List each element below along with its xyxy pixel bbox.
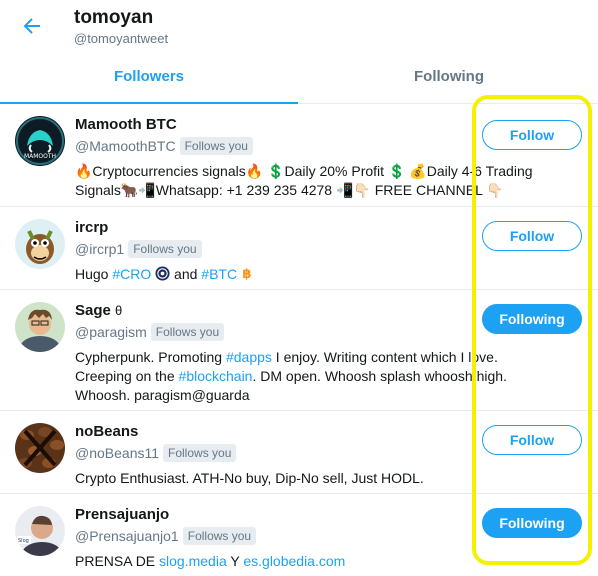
avatar[interactable] [15, 302, 65, 352]
profile-handle: @tomoyantweet [74, 31, 169, 46]
list-item[interactable]: noBeans @noBeans11 Follows you Crypto Ent… [0, 411, 598, 494]
avatar[interactable] [15, 423, 65, 473]
avatar[interactable]: Slog [15, 506, 65, 556]
user-name[interactable]: Mamooth BTC [75, 116, 177, 133]
tab-bar: Followers Following [0, 58, 598, 104]
following-button[interactable]: Following [482, 304, 582, 334]
user-handle[interactable]: @paragism [75, 324, 147, 340]
follow-button[interactable]: Follow [482, 120, 582, 150]
user-name[interactable]: ircrp [75, 219, 108, 236]
back-arrow-icon[interactable] [20, 14, 44, 38]
hashtag-link[interactable]: #BTC [201, 266, 237, 282]
user-handle[interactable]: @Prensajuanjo1 [75, 528, 179, 544]
list-item[interactable]: Slog Prensajuanjo @Prensajuanjo1 Follows … [0, 494, 598, 576]
user-name[interactable]: Prensajuanjo [75, 506, 169, 523]
user-bio: Cypherpunk. Promoting #dapps I enjoy. Wr… [75, 349, 507, 403]
user-bio: Crypto Enthusiast. ATH-No buy, Dip-No se… [75, 470, 424, 486]
tab-followers[interactable]: Followers [0, 58, 298, 104]
cro-coin-icon [155, 266, 170, 286]
svg-text:MAMOOTH: MAMOOTH [24, 153, 56, 160]
follows-you-badge: Follows you [128, 240, 202, 258]
bio-line: 🔥Cryptocurrencies signals🔥 💲Daily 20% Pr… [75, 163, 533, 179]
svg-text:Slog: Slog [18, 538, 29, 544]
user-name[interactable]: Sage θ [75, 302, 122, 319]
follows-you-badge: Follows you [150, 323, 225, 341]
follow-button[interactable]: Follow [482, 425, 582, 455]
user-bio: 🔥Cryptocurrencies signals🔥 💲Daily 20% Pr… [75, 162, 545, 200]
theta-symbol: θ [115, 303, 123, 318]
bio-line: Signals🐂📲Whatsapp: +1 239 235 4278 📲👇🏻 F… [75, 182, 504, 198]
user-bio: Hugo #CRO and #BTC ฿ [75, 265, 545, 286]
user-bio: PRENSA DE slog.media Y es.globedia.com [75, 553, 346, 569]
user-name[interactable]: noBeans [75, 423, 138, 440]
follows-you-badge: Follows you [182, 527, 257, 545]
profile-header: tomoyan @tomoyantweet [0, 0, 598, 56]
avatar[interactable]: MAMOOTH [15, 116, 65, 166]
avatar[interactable] [15, 219, 65, 269]
website-link[interactable]: slog.media [159, 553, 227, 569]
profile-name: tomoyan [74, 7, 154, 28]
follow-button[interactable]: Follow [482, 221, 582, 251]
list-item[interactable]: MAMOOTH Mamooth BTC @MamoothBTC Follows y… [0, 104, 598, 207]
user-handle[interactable]: @noBeans11 [75, 445, 159, 461]
list-item[interactable]: Sage θ @paragism Follows you Cypherpunk. … [0, 290, 598, 411]
user-handle[interactable]: @MamoothBTC [75, 138, 176, 154]
tab-following[interactable]: Following [300, 58, 598, 103]
follows-you-badge: Follows you [163, 444, 237, 462]
user-handle[interactable]: @ircrp1 [75, 241, 124, 257]
website-link[interactable]: es.globedia.com [243, 553, 345, 569]
hashtag-link[interactable]: #CRO [112, 266, 151, 282]
svg-text:฿: ฿ [242, 267, 251, 281]
hashtag-link[interactable]: #dapps [226, 349, 272, 365]
follows-you-badge: Follows you [179, 137, 253, 155]
hashtag-link[interactable]: #blockchain [179, 368, 253, 384]
bitcoin-icon: ฿ [241, 266, 255, 286]
list-item[interactable]: ircrp @ircrp1 Follows you Hugo #CRO and #… [0, 207, 598, 290]
following-button[interactable]: Following [482, 508, 582, 538]
